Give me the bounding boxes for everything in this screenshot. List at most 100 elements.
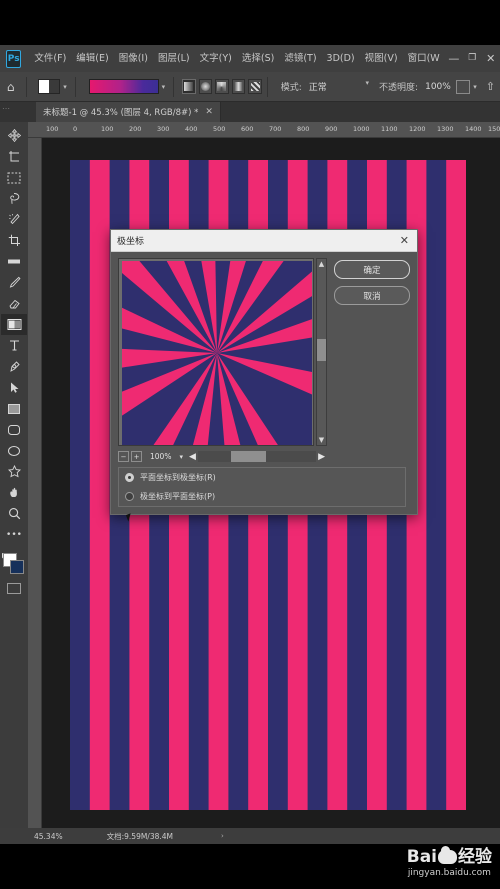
document-tab-title: 未标题-1 @ 45.3% (图层 4, RGB/8#) * <box>43 108 199 118</box>
home-icon[interactable]: ⌂ <box>0 80 21 94</box>
radio-indicator[interactable] <box>125 473 134 482</box>
maximize-button[interactable]: ❐ <box>463 45 481 72</box>
gradient-editor-picker[interactable]: ▾ <box>81 79 169 94</box>
color-swatches[interactable] <box>1 551 27 579</box>
scroll-down-icon[interactable]: ▼ <box>317 435 326 445</box>
scroll-up-icon[interactable]: ▲ <box>317 259 326 269</box>
scrollbar-thumb[interactable] <box>317 339 326 361</box>
radio-label: 平面坐标到极坐标(R) <box>140 473 216 482</box>
brush-tool[interactable] <box>1 272 27 293</box>
polar-coordinates-dialog[interactable]: 极坐标 ✕ ▲ ▼ − + 100% ▾ ◀ ▶ 平面坐标到极坐标(R) 极坐标… <box>110 229 418 522</box>
menu-view[interactable]: 视图(V) <box>360 45 403 72</box>
vertical-ruler[interactable] <box>28 138 42 828</box>
magic-wand-tool[interactable] <box>1 209 27 230</box>
menu-filter[interactable]: 滤镜(T) <box>279 45 321 72</box>
ok-button[interactable]: 确定 <box>334 260 410 279</box>
custom-shape-tool[interactable] <box>1 461 27 482</box>
radial-gradient-icon <box>200 82 210 91</box>
tab-drag-handle[interactable]: ⋯ <box>2 104 11 113</box>
chevron-down-icon[interactable]: ▾ <box>179 453 183 461</box>
menu-layer[interactable]: 图层(L) <box>153 45 195 72</box>
menu-3d[interactable]: 3D(D) <box>322 45 360 72</box>
scrollbar-thumb[interactable] <box>230 451 267 462</box>
chevron-down-icon[interactable]: ▾ <box>162 83 166 91</box>
move-tool[interactable] <box>1 125 27 146</box>
crop-tool[interactable] <box>1 230 27 251</box>
more-tools[interactable]: ••• <box>1 524 27 545</box>
gradient-type-reflected-button[interactable] <box>231 79 246 94</box>
close-icon[interactable]: ✕ <box>398 235 411 246</box>
scroll-left-icon[interactable]: ◀ <box>189 452 196 462</box>
hand-tool[interactable] <box>1 482 27 503</box>
cancel-button[interactable]: 取消 <box>334 286 410 305</box>
gradient-type-angle-button[interactable] <box>215 79 229 94</box>
rounded-rectangle-tool[interactable] <box>1 419 27 440</box>
watermark-brand: Bai 经验 <box>407 846 492 867</box>
menu-select[interactable]: 选择(S) <box>237 45 279 72</box>
document-tab[interactable]: 未标题-1 @ 45.3% (图层 4, RGB/8#) * ✕ <box>36 102 221 122</box>
chevron-down-icon[interactable]: ▾ <box>473 83 477 91</box>
status-bar-left-pad <box>0 828 28 844</box>
zoom-tool[interactable] <box>1 503 27 524</box>
artboard-tool[interactable] <box>1 146 27 167</box>
separator <box>74 76 76 97</box>
gradient-preset-picker[interactable]: ▾ <box>32 79 70 94</box>
opacity-value[interactable]: 100% <box>425 82 451 92</box>
gradient-type-linear-button[interactable] <box>182 79 196 94</box>
blend-mode-select[interactable]: 正常 ▾ <box>309 79 371 93</box>
tools-panel: ••• <box>0 122 28 832</box>
close-button[interactable]: ✕ <box>482 45 500 72</box>
chevron-down-icon[interactable]: ▾ <box>63 83 67 91</box>
gradient-type-radial-button[interactable] <box>198 79 213 94</box>
pen-tool[interactable] <box>1 356 27 377</box>
menu-bar: Ps 文件(F) 编辑(E) 图像(I) 图层(L) 文字(Y) 选择(S) 滤… <box>0 45 500 72</box>
zoom-out-button[interactable]: − <box>118 451 129 462</box>
ruler-tick: 0 <box>73 125 78 133</box>
dialog-title-bar[interactable]: 极坐标 ✕ <box>111 230 417 252</box>
ruler-tick: 200 <box>129 125 142 133</box>
scroll-right-icon[interactable]: ▶ <box>318 452 325 462</box>
photoshop-window: Ps 文件(F) 编辑(E) 图像(I) 图层(L) 文字(Y) 选择(S) 滤… <box>0 0 500 889</box>
share-icon[interactable]: ⇧ <box>486 80 495 93</box>
ruler-tick: 700 <box>269 125 282 133</box>
watermark-brand-c: 经验 <box>458 847 492 867</box>
path-selection-tool[interactable] <box>1 377 27 398</box>
ellipse-tool[interactable] <box>1 440 27 461</box>
opacity-pressure-button[interactable] <box>455 79 471 94</box>
status-zoom-level[interactable]: 45.34% <box>34 832 63 841</box>
menu-edit[interactable]: 编辑(E) <box>71 45 113 72</box>
quick-mask-toggle[interactable] <box>7 583 21 594</box>
menu-type[interactable]: 文字(Y) <box>195 45 237 72</box>
ruler-tick: 1400 <box>465 125 482 133</box>
preview-horizontal-scrollbar[interactable] <box>197 451 317 462</box>
sunburst-preview-graphic <box>122 261 312 445</box>
menu-file[interactable]: 文件(F) <box>29 45 71 72</box>
horizontal-ruler[interactable]: 100 0 100 200 300 400 500 600 700 800 90… <box>28 122 500 138</box>
type-tool[interactable] <box>1 335 27 356</box>
lasso-tool[interactable] <box>1 188 27 209</box>
rectangle-tool[interactable] <box>1 398 27 419</box>
close-icon[interactable]: ✕ <box>205 107 213 117</box>
radio-polar-to-rect[interactable]: 极坐标到平面坐标(P) <box>119 487 405 506</box>
chevron-right-icon[interactable]: › <box>221 832 224 840</box>
zoom-in-button[interactable]: + <box>131 451 142 462</box>
eraser-tool[interactable] <box>1 293 27 314</box>
minimize-button[interactable]: — <box>445 45 463 72</box>
gradient-tool[interactable] <box>1 314 27 335</box>
background-color-swatch[interactable] <box>10 560 24 574</box>
preview-zoom-value: 100% <box>150 452 172 461</box>
gradient-type-diamond-button[interactable] <box>248 79 262 94</box>
filter-preview[interactable] <box>118 258 314 446</box>
eyedropper-tool[interactable] <box>1 251 27 272</box>
marquee-tool[interactable] <box>1 167 27 188</box>
gradient-preset-swatch <box>38 79 61 94</box>
menu-image[interactable]: 图像(I) <box>114 45 153 72</box>
angle-gradient-icon <box>217 82 227 91</box>
photoshop-logo-icon: Ps <box>6 49 22 68</box>
menu-window[interactable]: 窗口(W <box>403 45 445 72</box>
preview-vertical-scrollbar[interactable]: ▲ ▼ <box>316 258 327 446</box>
radio-rect-to-polar[interactable]: 平面坐标到极坐标(R) <box>119 468 405 487</box>
radio-indicator[interactable] <box>125 492 134 501</box>
ruler-tick: 1100 <box>381 125 398 133</box>
cloud-icon <box>438 846 457 864</box>
